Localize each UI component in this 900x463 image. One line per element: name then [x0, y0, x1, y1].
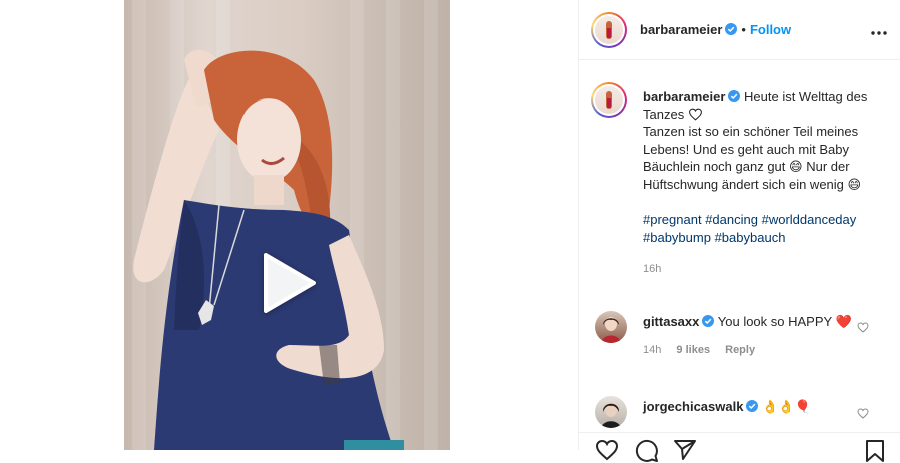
grin-emoji-2: 😄	[847, 176, 862, 192]
hashtag-link[interactable]: #pregnant	[643, 212, 702, 227]
hashtags: #pregnant #dancing #worlddanceday #babyb…	[643, 211, 879, 246]
caption-username[interactable]: barbarameier	[643, 89, 725, 104]
caption-text: barbarameier Heute ist Welttag des Tanze…	[643, 88, 879, 279]
comment-like-button[interactable]	[857, 320, 869, 338]
hashtag-link[interactable]: #babybump	[643, 230, 711, 245]
comment-username[interactable]: jorgechicaswalk	[643, 399, 743, 414]
caption-avatar-image	[595, 86, 623, 114]
comment-like-button[interactable]	[857, 406, 869, 424]
comment-username[interactable]: gittasaxx	[643, 314, 699, 329]
video-frame-dancer	[133, 49, 404, 450]
post-username[interactable]: barbarameier	[640, 22, 722, 37]
more-button[interactable]	[871, 22, 887, 40]
comment-body: jorgechicaswalk 👌👌🎈	[643, 398, 853, 415]
heart-outline-icon	[688, 108, 702, 121]
reply-button[interactable]: Reply	[725, 344, 755, 356]
hashtag-link[interactable]: #worlddanceday	[762, 212, 857, 227]
heart-emoji: ❤️	[835, 314, 852, 329]
comment-emoji: 👌👌🎈	[762, 399, 811, 414]
verified-icon	[702, 315, 715, 327]
comment-body: gittasaxx You look so HAPPY ❤️ 14h 9 lik…	[643, 313, 853, 359]
verified-icon	[746, 400, 759, 412]
caption-timestamp[interactable]: 16h	[643, 261, 879, 279]
avatar[interactable]	[591, 12, 627, 48]
comment-meta: 14h 9 likes Reply	[643, 342, 853, 359]
comment-time[interactable]: 14h	[643, 344, 661, 356]
avatar-image	[595, 16, 623, 44]
share-icon[interactable]	[673, 439, 697, 461]
comment-likes[interactable]: 9 likes	[676, 344, 710, 356]
heart-icon	[857, 408, 869, 419]
heart-icon	[857, 322, 869, 333]
bookmark-icon[interactable]	[865, 439, 885, 463]
hashtag-link[interactable]: #babybauch	[715, 230, 786, 245]
separator: •	[741, 22, 746, 37]
post-header: barbarameier • Follow	[579, 0, 900, 60]
post-video[interactable]	[124, 0, 450, 450]
play-button[interactable]	[257, 252, 319, 314]
media-area	[0, 0, 578, 450]
comment-avatar[interactable]	[595, 311, 627, 343]
comment-icon[interactable]	[635, 439, 659, 463]
follow-button[interactable]: Follow	[750, 22, 791, 37]
verified-icon	[728, 90, 741, 102]
hashtag-link[interactable]: #dancing	[705, 212, 758, 227]
play-icon	[264, 253, 316, 313]
verified-icon	[725, 23, 738, 35]
comment-avatar[interactable]	[595, 396, 627, 428]
heart-icon[interactable]	[595, 439, 619, 461]
caption-avatar[interactable]	[591, 82, 627, 118]
post-side-panel: barbarameier • Follow barbarameier Heute…	[578, 0, 900, 462]
comment-text: You look so HAPPY	[717, 314, 832, 329]
grin-emoji: 😄	[789, 159, 803, 174]
action-bar	[579, 432, 900, 462]
more-icon	[871, 31, 887, 35]
